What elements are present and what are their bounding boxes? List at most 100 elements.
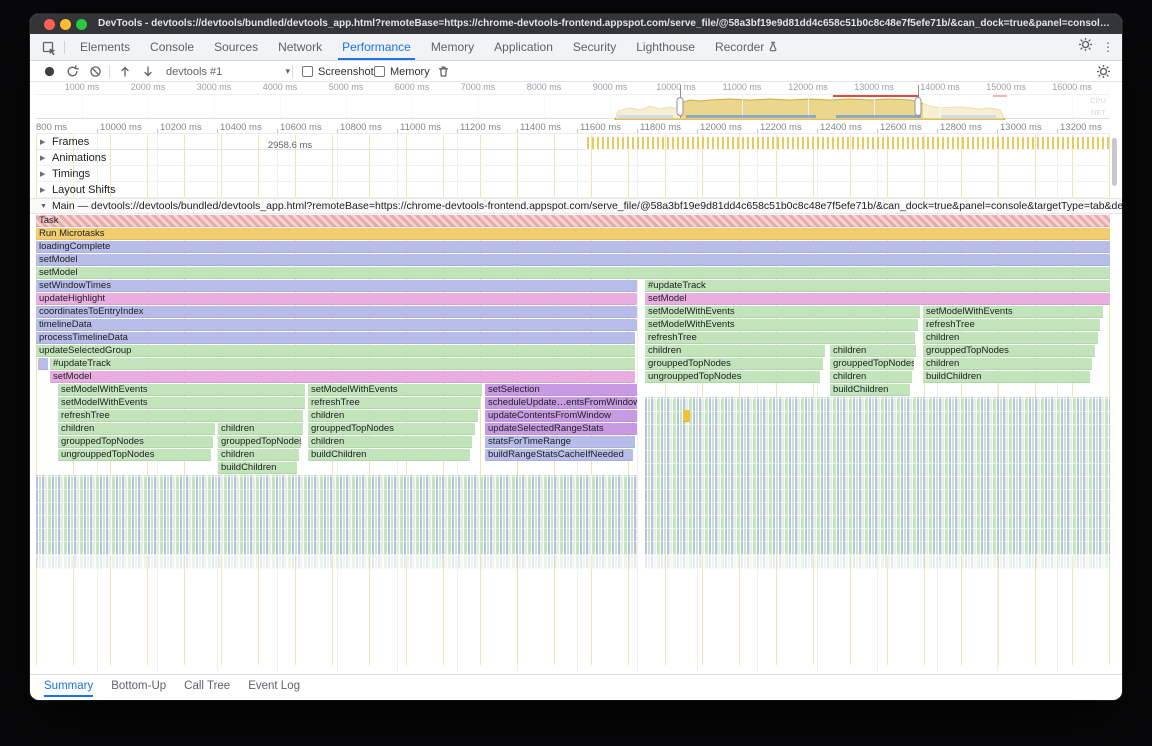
flame-chart: TaskRun MicrotasksloadingCompletesetMode… [30,14,1122,700]
main-thread-track-header[interactable]: ▼ Main — devtools://devtools/bundled/dev… [30,198,1122,214]
flame-bar[interactable]: grouppedTopNodes [830,358,914,370]
disclosure-collapsed-icon[interactable]: ▶ [40,154,50,162]
track-row-layout-shifts[interactable]: ▶Layout Shifts [36,182,1110,198]
details-tab-event-log[interactable]: Event Log [248,675,300,697]
flame-bar[interactable]: #updateTrack [50,358,635,370]
flame-bar[interactable]: children [830,371,912,383]
flame-bar[interactable]: updateContentsFromWindow [485,410,637,422]
flame-bar[interactable]: updateHighlight [36,293,637,305]
flame-bar[interactable]: updateSelectedGroup [36,345,635,357]
disclosure-collapsed-icon[interactable]: ▶ [40,170,50,178]
ruler-tick-label: 10000 ms [100,122,142,133]
flame-bar[interactable]: setModelWithEvents [58,397,305,409]
ruler-tick-label: 11200 ms [460,122,501,133]
flame-bar[interactable]: #updateTrack [645,280,1110,292]
flame-bar[interactable]: setModel [50,371,635,383]
flame-bar[interactable]: buildChildren [218,462,297,474]
disclosure-collapsed-icon[interactable]: ▶ [40,186,50,194]
flame-bar[interactable]: children [58,423,215,435]
flame-dense-activity[interactable] [36,475,637,555]
ruler-tick-label: 12800 ms [940,122,982,133]
flame-bar[interactable]: setModel [36,267,1110,279]
flame-bar[interactable]: refreshTree [645,332,915,344]
detail-ruler[interactable]: 800 ms10000 ms10200 ms10400 ms10600 ms10… [36,120,1110,134]
flame-bar[interactable]: grouppedTopNodes [58,436,213,448]
ruler-tick-mark [457,129,458,133]
flame-bar[interactable]: grouppedTopNodes [645,358,823,370]
flame-bar[interactable]: refreshTree [923,319,1100,331]
ruler-tick-mark [997,129,998,133]
flame-bar[interactable]: setSelection [485,384,637,396]
track-row-animations[interactable]: ▶Animations [36,150,1110,166]
track-label: Animations [52,152,106,164]
flame-bar[interactable]: buildChildren [308,449,470,461]
ruler-tick-mark [397,129,398,133]
track-row-frames[interactable]: ▶Frames [36,134,1110,150]
flame-bar[interactable]: ungrouppedTopNodes [645,371,820,383]
ruler-tick-label: 12000 ms [700,122,742,133]
disclosure-collapsed-icon[interactable]: ▶ [40,138,50,146]
flame-bar[interactable] [38,358,48,370]
flame-bar[interactable]: grouppedTopNodes [218,436,301,448]
ruler-tick-mark [697,129,698,133]
flame-bar[interactable]: setModelWithEvents [645,319,918,331]
flame-bar[interactable]: buildRangeStatsCacheIfNeeded [485,449,633,461]
track-label: Timings [52,168,90,180]
flame-dense-activity[interactable] [36,555,637,569]
flame-dense-activity[interactable] [645,555,1110,569]
flame-bar[interactable]: scheduleUpdate…entsFromWindow [485,397,637,409]
flame-bar[interactable]: children [308,410,478,422]
disclosure-expanded-icon: ▼ [40,203,47,210]
flame-bar[interactable]: updateSelectedRangeStats [485,423,637,435]
flame-bar[interactable]: timelineData [36,319,637,331]
flame-bar[interactable]: children [830,345,916,357]
ruler-tick-label: 12600 ms [880,122,922,133]
flame-bar[interactable]: grouppedTopNodes [308,423,475,435]
track-row-timings[interactable]: ▶Timings [36,166,1110,182]
ruler-tick-label: 13000 ms [1000,122,1042,133]
flame-bar[interactable]: Run Microtasks [36,228,1110,240]
flame-bar[interactable]: setModelWithEvents [645,306,920,318]
flame-bar[interactable]: setModel [645,293,1110,305]
flame-bar[interactable] [683,410,690,422]
flame-bar[interactable]: refreshTree [308,397,480,409]
ruler-tick-label: 11000 ms [400,122,441,133]
ruler-tick-label: 12200 ms [760,122,802,133]
flame-bar[interactable]: buildChildren [923,371,1090,383]
flame-bar[interactable]: setWindowTimes [36,280,637,292]
flame-bar[interactable]: children [308,436,472,448]
flame-bar[interactable]: setModelWithEvents [308,384,482,396]
flame-bar[interactable]: setModel [36,254,1110,266]
flame-bar[interactable]: setModelWithEvents [923,306,1103,318]
flame-bar[interactable]: refreshTree [58,410,303,422]
ruler-tick-mark [337,129,338,133]
flame-bar[interactable]: children [218,423,303,435]
flame-bar[interactable]: children [218,449,299,461]
details-tab-summary[interactable]: Summary [44,675,93,697]
ruler-tick-mark [217,129,218,133]
ruler-tick-label: 11400 ms [520,122,561,133]
vertical-scrollbar[interactable] [1112,138,1117,186]
flame-bar[interactable]: setModelWithEvents [58,384,305,396]
ruler-tick-mark [577,129,578,133]
track-label: Frames [52,136,89,148]
ruler-tick-label: 10400 ms [220,122,262,133]
details-tab-bottom-up[interactable]: Bottom-Up [111,675,166,697]
flame-bar[interactable]: statsForTimeRange [485,436,635,448]
ruler-tick-label: 10200 ms [160,122,202,133]
flame-bar[interactable]: grouppedTopNodes [923,345,1095,357]
details-tab-call-tree[interactable]: Call Tree [184,675,230,697]
flame-bar[interactable]: coordinatesToEntryIndex [36,306,637,318]
flame-bar[interactable]: ungrouppedTopNodes [58,449,211,461]
flame-bar[interactable]: processTimelineData [36,332,635,344]
flame-bar[interactable]: children [923,358,1092,370]
ruler-tick-label: 11600 ms [580,122,621,133]
flame-bar[interactable]: children [923,332,1098,344]
flame-bar[interactable]: Task [36,215,1110,227]
ruler-tick-mark [157,129,158,133]
flame-bar[interactable]: loadingComplete [36,241,1110,253]
flame-dense-activity[interactable] [645,397,1110,555]
flame-bar[interactable]: children [645,345,825,357]
flame-bar[interactable]: buildChildren [830,384,910,396]
ruler-tick-label: 13200 ms [1060,122,1102,133]
